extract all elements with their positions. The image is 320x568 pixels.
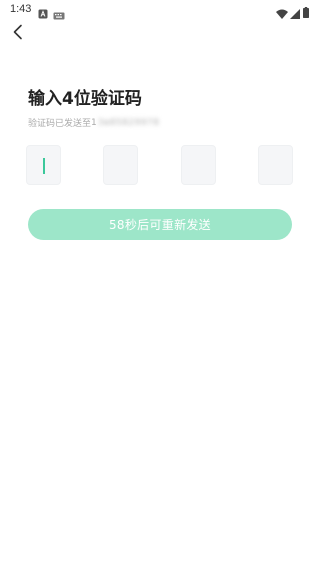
phone-number-masked: 3ʙ85829978 xyxy=(97,117,160,128)
input-caret xyxy=(43,158,45,174)
notification-a-icon xyxy=(38,4,48,23)
code-input-3[interactable] xyxy=(181,145,216,185)
chevron-left-icon xyxy=(13,24,22,40)
code-sent-hint: 验证码已发送至 1 3ʙ85829978 xyxy=(28,116,160,130)
resend-code-button[interactable]: 58秒后可重新发送 xyxy=(28,209,292,240)
wifi-icon xyxy=(276,4,288,23)
signal-icon xyxy=(290,4,300,23)
keyboard-icon xyxy=(53,5,65,24)
code-input-1[interactable] xyxy=(26,145,61,185)
code-input-2[interactable] xyxy=(103,145,138,185)
page-title: 输入4位验证码 xyxy=(28,89,142,109)
status-time: 1:43 xyxy=(10,3,32,15)
status-bar: 1:43 xyxy=(0,0,320,20)
resend-button-label: 58秒后可重新发送 xyxy=(109,218,211,232)
sent-prefix-text: 验证码已发送至 xyxy=(28,119,92,129)
code-input-4[interactable] xyxy=(258,145,293,185)
phone-number-visible: 1 xyxy=(91,117,97,128)
battery-icon xyxy=(303,3,309,22)
back-button[interactable] xyxy=(6,20,30,44)
